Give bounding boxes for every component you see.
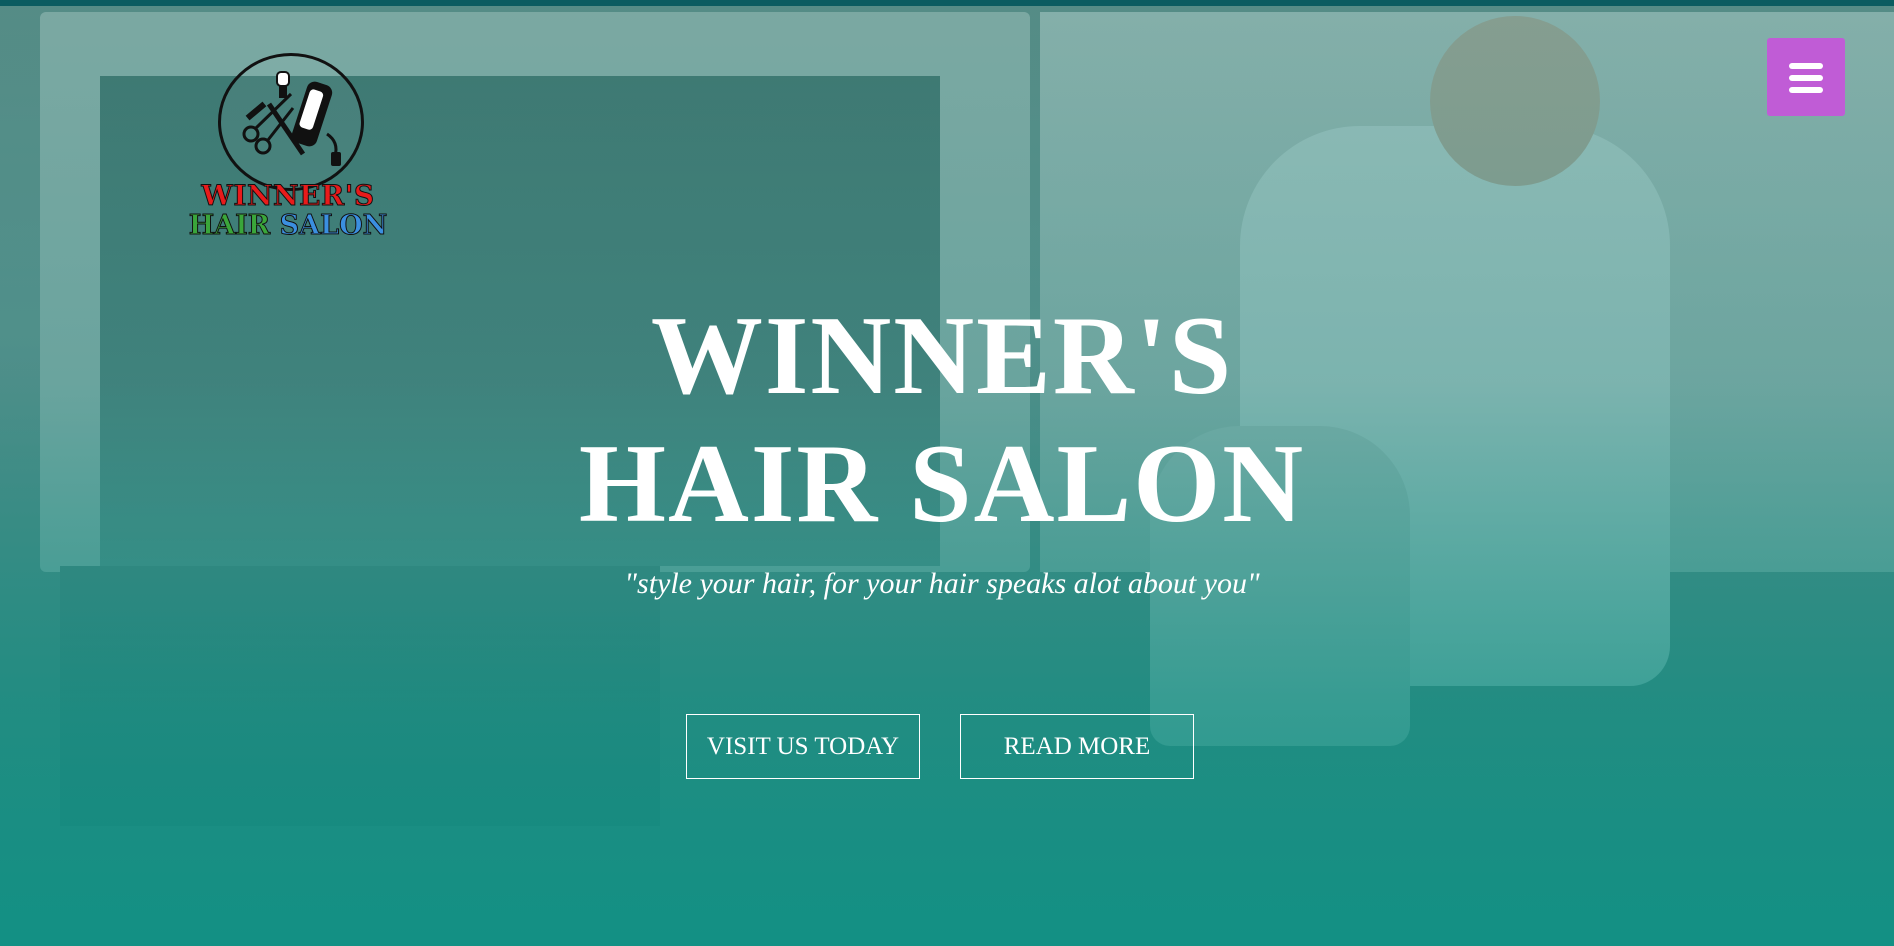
hero-title: WINNER'S HAIR SALON bbox=[497, 292, 1387, 548]
logo-word-hair: HAIR bbox=[188, 210, 271, 241]
read-more-button[interactable]: READ MORE bbox=[960, 714, 1194, 779]
hamburger-menu-icon bbox=[1789, 63, 1823, 69]
hero-title-line2: HAIR SALON bbox=[578, 422, 1306, 546]
landing-page: WINNER'S HAIR SALON WINNER'S HAIR SALON … bbox=[0, 0, 1894, 946]
top-strip bbox=[0, 0, 1894, 6]
site-logo[interactable]: WINNER'S HAIR SALON bbox=[183, 53, 393, 243]
menu-button[interactable] bbox=[1767, 38, 1845, 116]
hero-title-line1: WINNER'S bbox=[650, 294, 1234, 418]
logo-title: WINNER'S bbox=[201, 179, 375, 212]
hamburger-menu-icon-bar bbox=[1789, 75, 1823, 81]
barber-tools-icon bbox=[218, 53, 364, 191]
hero-tagline: "style your hair, for your hair speaks a… bbox=[624, 567, 1260, 600]
logo-word-salon: SALON bbox=[279, 210, 388, 241]
hamburger-menu-icon-bar bbox=[1789, 87, 1823, 93]
logo-subtitle: HAIR SALON bbox=[183, 210, 393, 241]
visit-us-button[interactable]: VISIT US TODAY bbox=[686, 714, 920, 779]
